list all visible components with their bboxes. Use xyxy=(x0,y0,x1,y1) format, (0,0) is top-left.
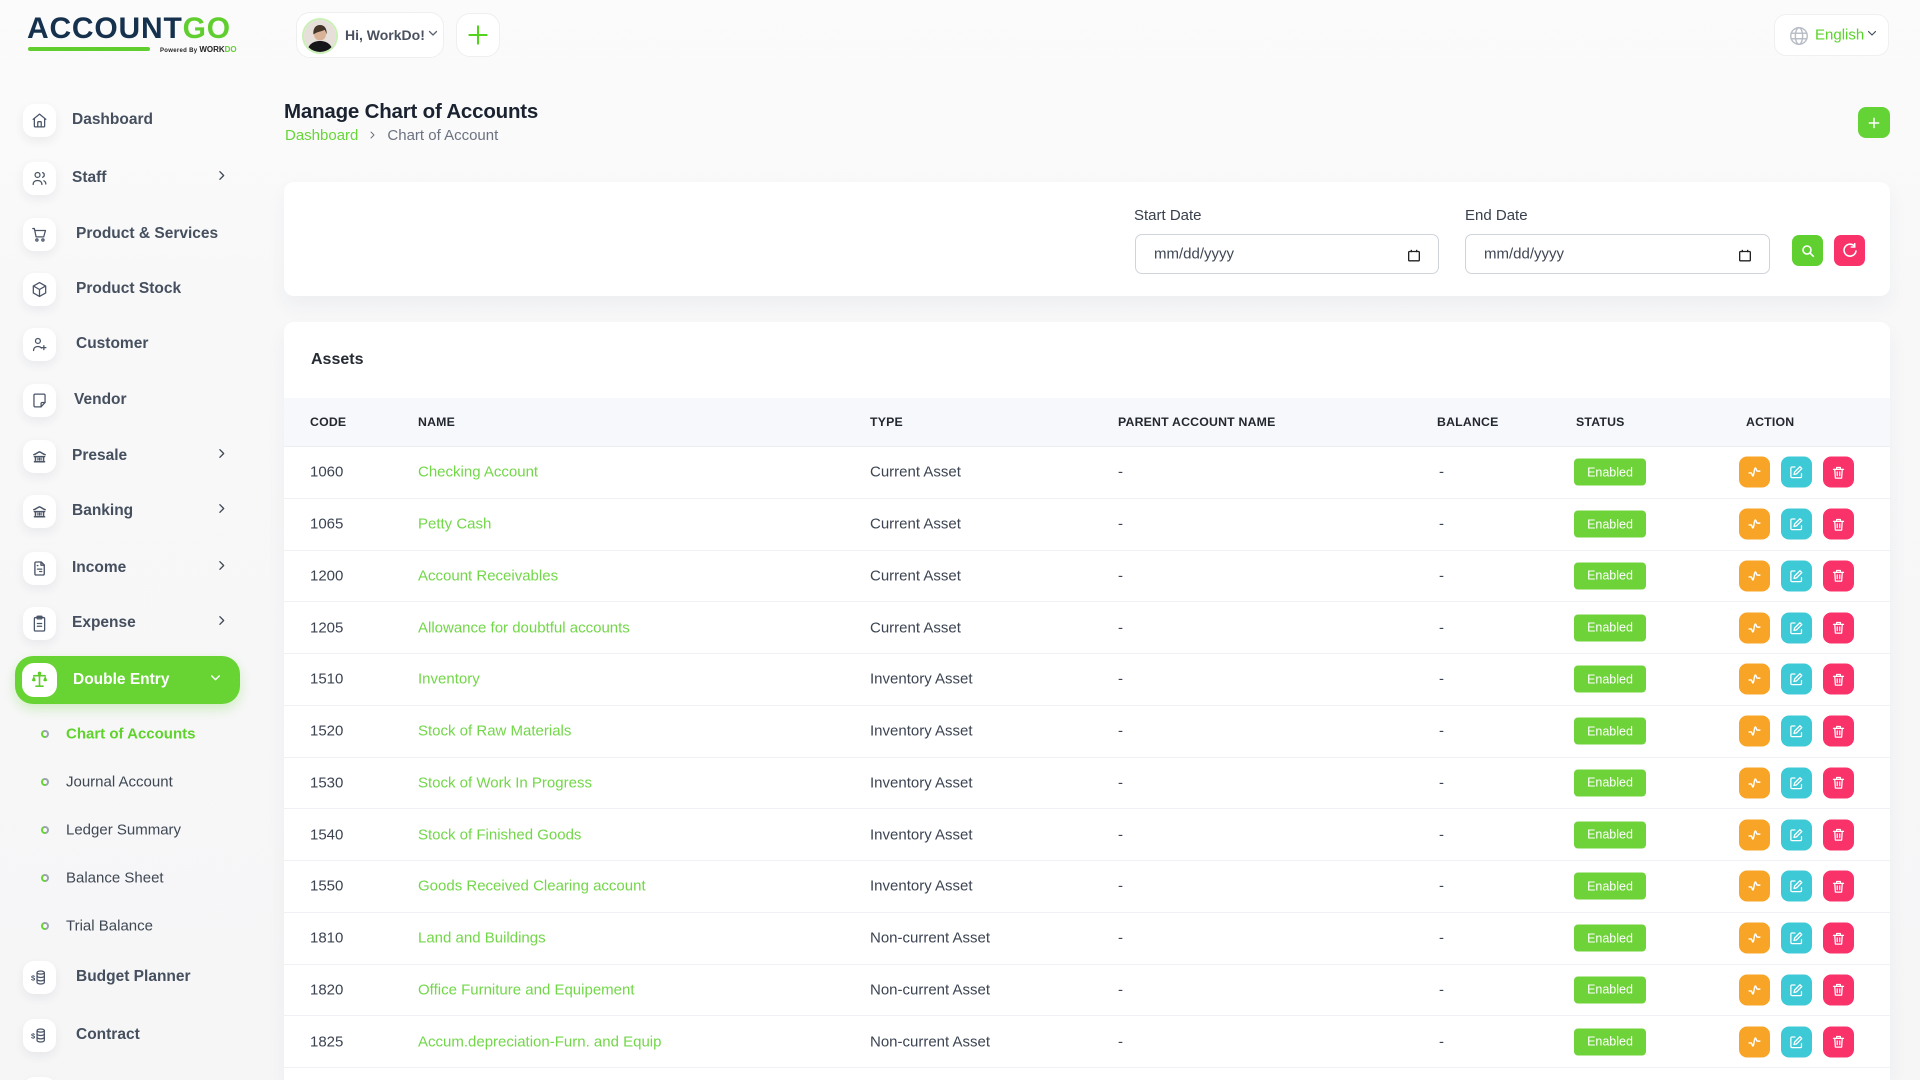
svg-text:$: $ xyxy=(31,973,36,982)
svg-text:$: $ xyxy=(31,1031,36,1040)
